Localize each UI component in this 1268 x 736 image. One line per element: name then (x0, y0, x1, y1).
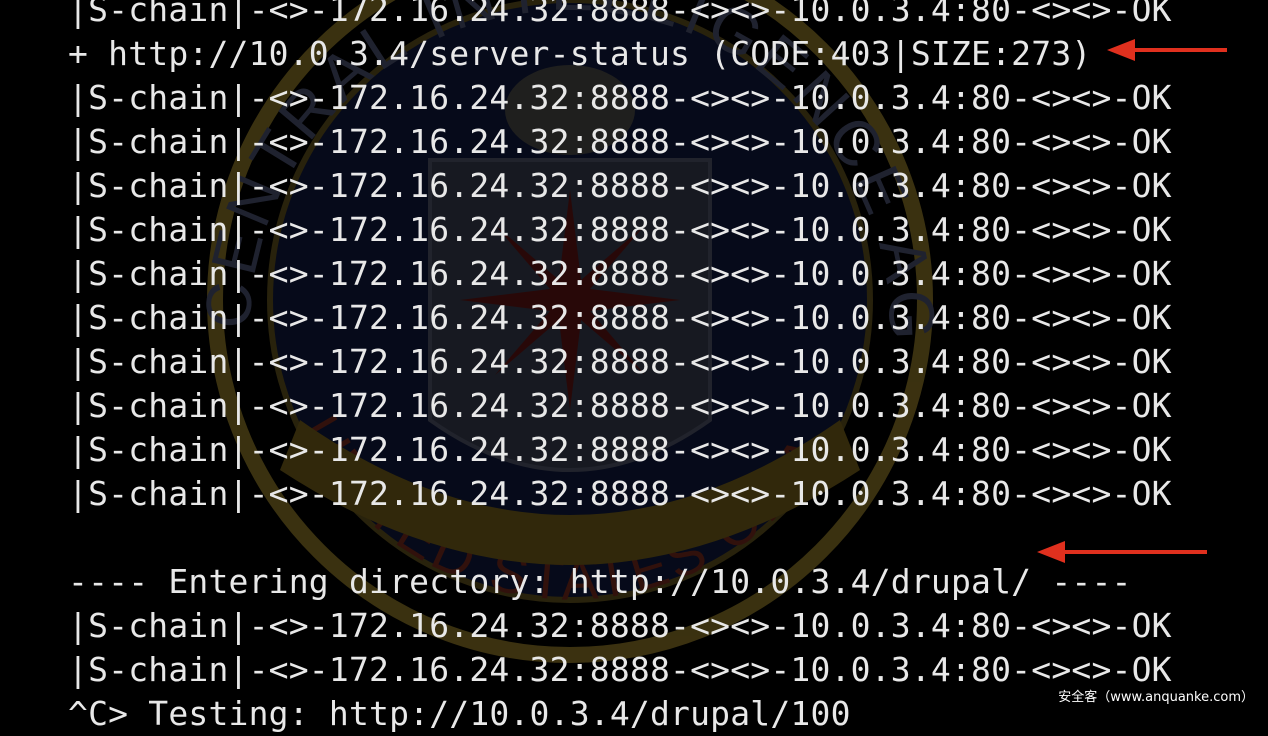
terminal-line: |S-chain|-<>-172.16.24.32:8888-<><>-10.0… (68, 342, 1172, 381)
terminal-line: |S-chain|-<>-172.16.24.32:8888-<><>-10.0… (68, 474, 1172, 513)
terminal-output: |S-chain|-<>-172.16.24.32:8888-<><>-10.0… (68, 0, 1248, 736)
terminal-line: |S-chain|-<>-172.16.24.32:8888-<><>-10.0… (68, 166, 1172, 205)
terminal-line-entering-directory: ---- Entering directory: http://10.0.3.4… (68, 562, 1132, 601)
terminal-line: |S-chain|-<>-172.16.24.32:8888-<><>-10.0… (68, 210, 1172, 249)
terminal-line: |S-chain|-<>-172.16.24.32:8888-<><>-10.0… (68, 78, 1172, 117)
terminal-line: |S-chain|-<>-172.16.24.32:8888-<><>-10.0… (68, 0, 1172, 29)
terminal-line: |S-chain|-<>-172.16.24.32:8888-<><>-10.0… (68, 430, 1172, 469)
terminal-line: |S-chain|-<>-172.16.24.32:8888-<><>-10.0… (68, 122, 1172, 161)
terminal-line: |S-chain|-<>-172.16.24.32:8888-<><>-10.0… (68, 254, 1172, 293)
terminal-line: |S-chain|-<>-172.16.24.32:8888-<><>-10.0… (68, 298, 1172, 337)
terminal-line: |S-chain|-<>-172.16.24.32:8888-<><>-10.0… (68, 386, 1172, 425)
source-watermark-credit: 安全客（www.anquanke.com） (1058, 690, 1254, 705)
terminal-line-server-status: + http://10.0.3.4/server-status (CODE:40… (68, 34, 1092, 73)
terminal-line: |S-chain|-<>-172.16.24.32:8888-<><>-10.0… (68, 606, 1172, 645)
